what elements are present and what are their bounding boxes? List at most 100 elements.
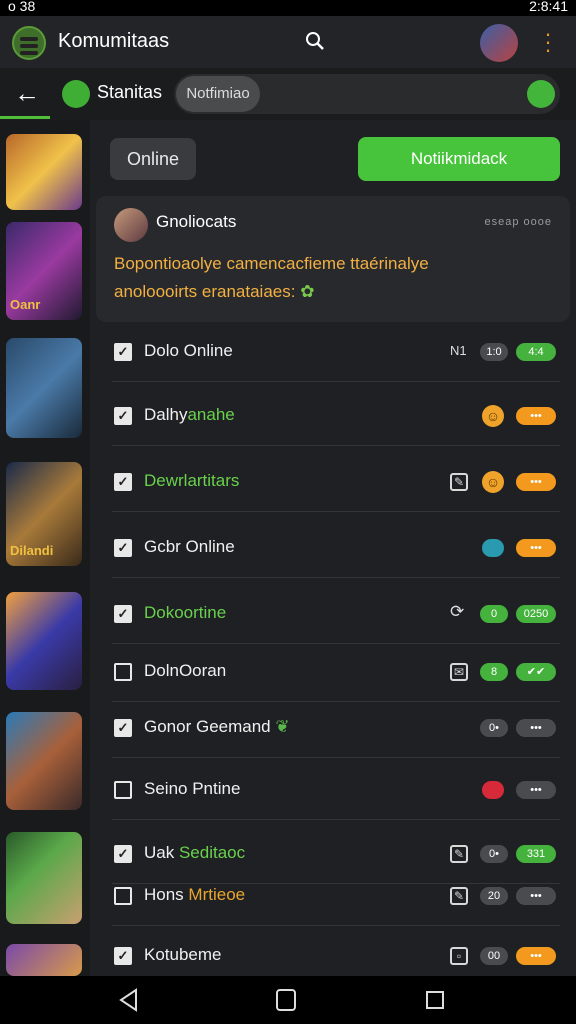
chat-name: Stanitas <box>97 82 163 102</box>
chat-header: ← Stanitas Notfimiao <box>0 68 576 120</box>
status-badge: 0 <box>480 605 508 623</box>
mail-icon[interactable]: ✉ <box>450 663 468 681</box>
edit-icon[interactable]: ✎ <box>450 887 468 905</box>
status-badge: 0• <box>480 719 508 737</box>
thumbnail-5[interactable] <box>6 592 82 690</box>
profile-avatar[interactable] <box>480 24 518 62</box>
row-label-part: Uak <box>144 843 179 862</box>
status-badge: ✔✔ <box>516 663 556 681</box>
status-badge: ••• <box>516 407 556 425</box>
avatar <box>114 208 148 242</box>
checkbox[interactable]: ✓ <box>114 539 132 557</box>
thumbnail-3[interactable] <box>6 338 82 438</box>
post-card[interactable]: Gnoliocats eseap oooe Bopontioaolye came… <box>96 196 570 322</box>
divider <box>112 381 560 382</box>
checkbox[interactable] <box>114 781 132 799</box>
row-label: Gonor Geemand ❦ <box>144 717 290 737</box>
row-label-part: DolnOoran <box>144 661 227 680</box>
list-row[interactable]: ✓ Dokoortine ⟳ 0 0250 <box>96 584 560 644</box>
app-title: Komumitaas <box>58 30 170 52</box>
status-time: 2:8:41 <box>529 0 568 14</box>
emoji-icon: ☺ <box>482 471 504 493</box>
online-button[interactable]: Online <box>110 138 196 180</box>
status-badge: ••• <box>516 473 556 491</box>
status-badge: ••• <box>516 947 556 965</box>
thumbnail-4[interactable]: Dilandi <box>6 462 82 566</box>
back-indicator <box>0 116 50 119</box>
post-title: Gnoliocats <box>156 212 237 231</box>
row-label: Dewrlartitars <box>144 471 239 491</box>
status-badge: 4:4 <box>516 343 556 361</box>
nav-recents-icon[interactable] <box>426 991 444 1009</box>
status-badge: 8 <box>480 663 508 681</box>
more-vert-icon[interactable]: · · · <box>540 23 556 61</box>
status-badge: ••• <box>516 781 556 799</box>
send-icon[interactable] <box>527 80 555 108</box>
edit-icon[interactable]: ▫ <box>450 947 468 965</box>
status-badge: 1:0 <box>480 343 508 361</box>
nav-back-icon[interactable] <box>118 988 138 1012</box>
row-label-part: Kotubeme <box>144 945 222 964</box>
tag-chip[interactable]: Notfimiao <box>176 76 260 112</box>
leaf-icon: ❦ <box>270 717 290 736</box>
list-row[interactable]: ✓ Dewrlartitars ✎ ☺ ••• <box>96 452 560 512</box>
divider <box>112 577 560 578</box>
row-label: Uak Seditaoc <box>144 843 245 863</box>
thumbnail-8[interactable] <box>6 944 82 976</box>
row-label-part: Seino Pntine <box>144 779 241 798</box>
app-logo-icon <box>12 26 46 60</box>
row-label-part: Dokoortine <box>144 603 227 622</box>
post-meta: eseap oooe <box>484 216 552 228</box>
list-row[interactable]: ✓ Dolo Online N1 1:0 4:4 <box>96 322 560 382</box>
list-row[interactable]: Hons Mrtieoe ✎ 20 ••• <box>96 866 560 926</box>
divider <box>112 819 560 820</box>
list-row[interactable]: ✓ Gcbr Online ••• <box>96 518 560 578</box>
refresh-icon[interactable]: ⟳ <box>450 602 464 622</box>
checkbox[interactable]: ✓ <box>114 407 132 425</box>
row-label-part: anahe <box>187 405 235 424</box>
status-badge: 0250 <box>516 605 556 623</box>
list-row[interactable]: ✓ Gonor Geemand ❦ 0• ••• <box>96 698 560 758</box>
gear-icon[interactable]: ✓ <box>114 719 132 737</box>
status-bar: o 38 2:8:41 <box>0 0 576 16</box>
group-icon <box>62 80 90 108</box>
system-nav-bar <box>0 976 576 1024</box>
row-label-part: Gonor Geemand <box>144 717 271 736</box>
emoji-icon: ☺ <box>482 405 504 427</box>
thumbnail-7[interactable] <box>6 832 82 924</box>
thumbnail-2[interactable]: Oanr <box>6 222 82 320</box>
row-label: Hons Mrtieoe <box>144 885 245 905</box>
primary-action-button[interactable]: Notiikmidack <box>358 137 560 181</box>
status-badge: 331 <box>516 845 556 863</box>
list-row[interactable]: ✓ Dalhyanahe ☺ ••• <box>96 386 560 446</box>
search-icon[interactable] <box>304 30 326 52</box>
status-badge: ••• <box>516 539 556 557</box>
checkbox[interactable]: ✓ <box>114 343 132 361</box>
row-label-part: Mrtieoe <box>188 885 246 904</box>
app-bar: Komumitaas · · · <box>0 16 576 68</box>
edit-icon[interactable]: ✎ <box>450 473 468 491</box>
checkbox[interactable]: ✓ <box>114 845 132 863</box>
row-label-part: Gcbr Online <box>144 537 235 556</box>
thumbnail-caption: Dilandi <box>10 543 54 558</box>
row-label: Dokoortine <box>144 603 226 623</box>
checkbox[interactable]: ✓ <box>114 947 132 965</box>
edit-icon[interactable]: ✎ <box>450 845 468 863</box>
thumbnail-1[interactable] <box>6 134 82 210</box>
checkbox[interactable]: ✓ <box>114 605 132 623</box>
divider <box>112 445 560 446</box>
row-label-part: Dalhy <box>144 405 188 424</box>
checkbox[interactable] <box>114 887 132 905</box>
checkbox[interactable]: ✓ <box>114 473 132 491</box>
row-label: Dalhyanahe <box>144 405 235 425</box>
status-badge: ••• <box>516 887 556 905</box>
list-row[interactable]: Seino Pntine ••• <box>96 760 560 820</box>
status-dot <box>482 781 504 799</box>
thumbnail-6[interactable] <box>6 712 82 810</box>
row-label: Kotubeme <box>144 945 222 965</box>
list-row[interactable]: DolnOoran ✉ 8 ✔✔ <box>96 642 560 702</box>
divider <box>112 511 560 512</box>
back-arrow-icon[interactable]: ← <box>14 78 40 109</box>
checkbox[interactable] <box>114 663 132 681</box>
nav-home-icon[interactable] <box>276 989 296 1011</box>
